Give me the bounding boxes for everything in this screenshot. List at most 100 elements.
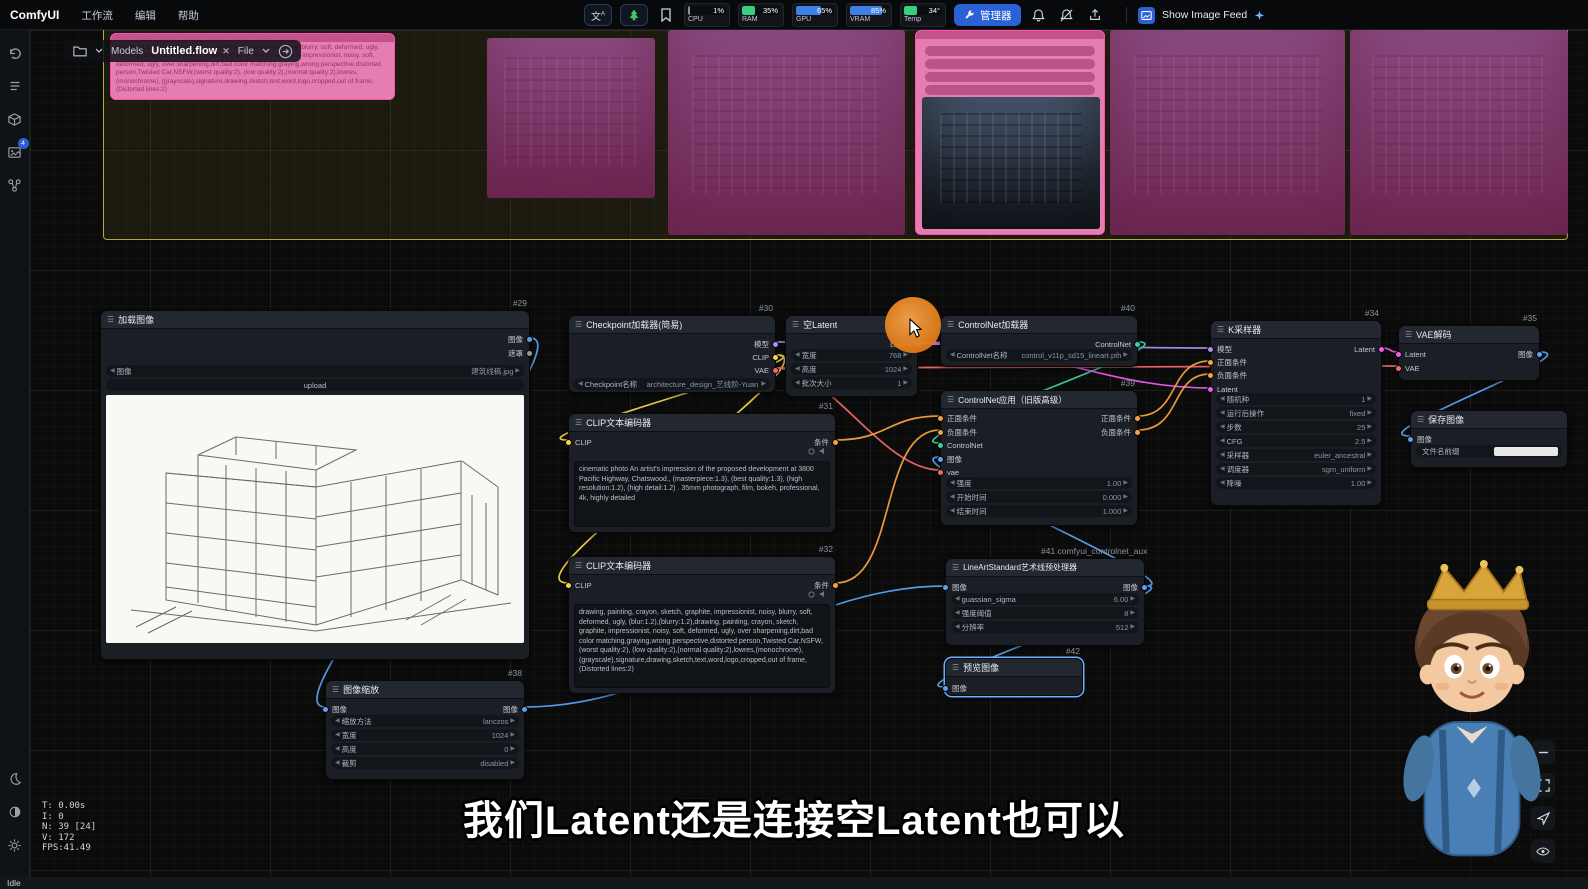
contrast-button[interactable] (4, 801, 26, 823)
chevron-down-icon[interactable] (95, 48, 103, 54)
history-button[interactable] (4, 42, 26, 64)
collapse-icon[interactable]: ☰ (1217, 325, 1224, 334)
muted-image-node[interactable] (487, 38, 655, 198)
prev-arrow-icon[interactable]: ◀ (795, 380, 800, 386)
widget-height[interactable]: ◀高度0▶ (331, 743, 519, 755)
node-preview-image[interactable]: #42 ☰预览图像 图像 (945, 658, 1083, 696)
settings-button[interactable] (4, 834, 26, 856)
widget-filename-prefix[interactable]: 文件名前缀 (1416, 445, 1562, 457)
node-save-image[interactable]: ☰保存图像 图像 文件名前缀 (1410, 410, 1568, 468)
close-tab-icon[interactable]: ✕ (222, 46, 230, 57)
input-slot-clip[interactable]: CLIP (565, 437, 592, 447)
widget-height[interactable]: ◀高度1024▶ (791, 363, 912, 375)
input-slot-image[interactable]: 图像 (937, 454, 962, 464)
output-slot-image[interactable]: 图像 (503, 704, 528, 714)
prev-arrow-icon[interactable]: ◀ (1220, 480, 1225, 486)
node-clip-text-negative[interactable]: #32 ☰CLIP文本编码器 CLIP 条件 drawing, painting… (568, 556, 836, 694)
circle-toggle-icon[interactable] (808, 591, 815, 598)
prev-arrow-icon[interactable]: ◀ (955, 596, 960, 602)
input-slot-positive[interactable]: 正面条件 (937, 413, 977, 423)
input-slot-image[interactable]: 图像 (942, 582, 967, 592)
next-arrow-icon[interactable]: ▶ (1367, 438, 1372, 444)
collapse-icon[interactable]: ☰ (947, 320, 954, 329)
next-arrow-icon[interactable]: ▶ (1367, 424, 1372, 430)
next-arrow-icon[interactable]: ▶ (510, 732, 515, 738)
next-arrow-icon[interactable]: ▶ (1130, 624, 1135, 630)
prev-arrow-icon[interactable]: ◀ (795, 366, 800, 372)
widget-seed[interactable]: ◀随机种1▶ (1216, 393, 1376, 405)
input-slot-latent[interactable]: Latent (1395, 349, 1426, 359)
widget-end-percent[interactable]: ◀结束时间1.000▶ (946, 505, 1132, 517)
next-arrow-icon[interactable]: ▶ (1123, 480, 1128, 486)
widget-start-percent[interactable]: ◀开始时间0.000▶ (946, 491, 1132, 503)
theme-dark-button[interactable] (4, 768, 26, 790)
prev-arrow-icon[interactable]: ◀ (578, 381, 583, 387)
next-arrow-icon[interactable]: ▶ (1123, 508, 1128, 514)
collapse-icon[interactable]: ☰ (952, 563, 959, 572)
prev-arrow-icon[interactable]: ◀ (955, 624, 960, 630)
input-slot-negative[interactable]: 负面条件 (1207, 370, 1247, 380)
logs-button[interactable] (4, 75, 26, 97)
widget-intensity-threshold[interactable]: ◀强度阈值8▶ (951, 607, 1139, 619)
collapse-icon[interactable]: ☰ (575, 418, 582, 427)
widget-scheduler[interactable]: ◀调度器sgm_uniform▶ (1216, 463, 1376, 475)
collapse-icon[interactable]: ☰ (792, 320, 799, 329)
folder-icon[interactable] (73, 45, 87, 57)
prev-arrow-icon[interactable]: ◀ (950, 480, 955, 486)
upload-button[interactable]: upload (106, 379, 524, 391)
node-image-scale[interactable]: #38 ☰图像缩放 图像 图像 ◀缩放方法lanczos▶ ◀宽度1024▶ ◀… (325, 680, 525, 780)
output-slot-image[interactable]: 图像 (1518, 349, 1543, 359)
menu-workflow[interactable]: 工作流 (81, 8, 113, 23)
next-arrow-icon[interactable]: ▶ (515, 368, 520, 374)
next-arrow-icon[interactable]: ▶ (510, 760, 515, 766)
input-slot-vae[interactable]: VAE (1395, 363, 1419, 373)
prev-arrow-icon[interactable]: ◀ (795, 352, 800, 358)
input-slot-model[interactable]: 模型 (1207, 344, 1232, 354)
bell-button[interactable] (1029, 4, 1049, 26)
output-slot-conditioning[interactable]: 条件 (814, 437, 839, 447)
collapse-icon[interactable]: ☰ (575, 561, 582, 570)
image-feed-toggle[interactable]: Show Image Feed (1162, 9, 1247, 21)
circle-toggle-icon[interactable] (808, 448, 815, 455)
widget-image-file[interactable]: ◀图像建筑线稿.jpg▶ (106, 365, 524, 377)
output-slot-mask[interactable]: 遮罩 (508, 348, 533, 358)
output-slot-image[interactable]: 图像 (1123, 582, 1148, 592)
share-button[interactable] (1085, 4, 1105, 26)
prev-arrow-icon[interactable]: ◀ (110, 368, 115, 374)
next-arrow-icon[interactable]: ▶ (1123, 494, 1128, 500)
node-controlnet-loader[interactable]: #40 ☰ControlNet加载器 ControlNet ◀ControlNe… (940, 315, 1138, 367)
input-slot-controlnet[interactable]: ControlNet (937, 440, 983, 450)
next-arrow-icon[interactable]: ▶ (510, 718, 515, 724)
muted-image-node[interactable] (668, 30, 905, 235)
widget-denoise[interactable]: ◀降噪1.00▶ (1216, 477, 1376, 489)
prev-arrow-icon[interactable]: ◀ (335, 732, 340, 738)
workflow-actions-icon[interactable] (278, 44, 293, 59)
prev-arrow-icon[interactable]: ◀ (335, 760, 340, 766)
collapse-icon[interactable]: ☰ (107, 315, 114, 324)
widget-strength[interactable]: ◀强度1.00▶ (946, 477, 1132, 489)
muted-widget-node[interactable] (915, 30, 1105, 235)
menu-edit[interactable]: 编辑 (135, 8, 156, 23)
muted-image-node[interactable] (1350, 30, 1568, 235)
manager-button[interactable]: 管理器 (954, 4, 1021, 26)
next-arrow-icon[interactable]: ▶ (1367, 396, 1372, 402)
widget-cfg[interactable]: ◀CFG2.5▶ (1216, 435, 1376, 447)
positive-prompt-text[interactable]: cinematic photo An artist's impression o… (574, 461, 830, 527)
widget-gaussian-sigma[interactable]: ◀guassian_sigma6.00▶ (951, 593, 1139, 605)
prev-arrow-icon[interactable]: ◀ (1220, 424, 1225, 430)
collapse-icon[interactable]: ☰ (952, 663, 959, 672)
input-slot-positive[interactable]: 正面条件 (1207, 357, 1247, 367)
widget-crop[interactable]: ◀裁剪disabled▶ (331, 757, 519, 769)
widget-sampler[interactable]: ◀采样器euler_ancestral▶ (1216, 449, 1376, 461)
widget-steps[interactable]: ◀步数25▶ (1216, 421, 1376, 433)
prev-arrow-icon[interactable]: ◀ (1220, 438, 1225, 444)
file-menu[interactable]: File (238, 46, 254, 57)
prev-arrow-icon[interactable]: ◀ (950, 508, 955, 514)
output-slot-negative[interactable]: 负面条件 (1101, 427, 1141, 437)
next-arrow-icon[interactable]: ▶ (1130, 596, 1135, 602)
prev-arrow-icon[interactable]: ◀ (1220, 452, 1225, 458)
output-slot-latent[interactable]: Latent (1354, 344, 1385, 354)
widget-width[interactable]: ◀宽度768▶ (791, 349, 912, 361)
output-slot-image[interactable]: 图像 (508, 334, 533, 344)
prev-arrow-icon[interactable]: ◀ (335, 718, 340, 724)
